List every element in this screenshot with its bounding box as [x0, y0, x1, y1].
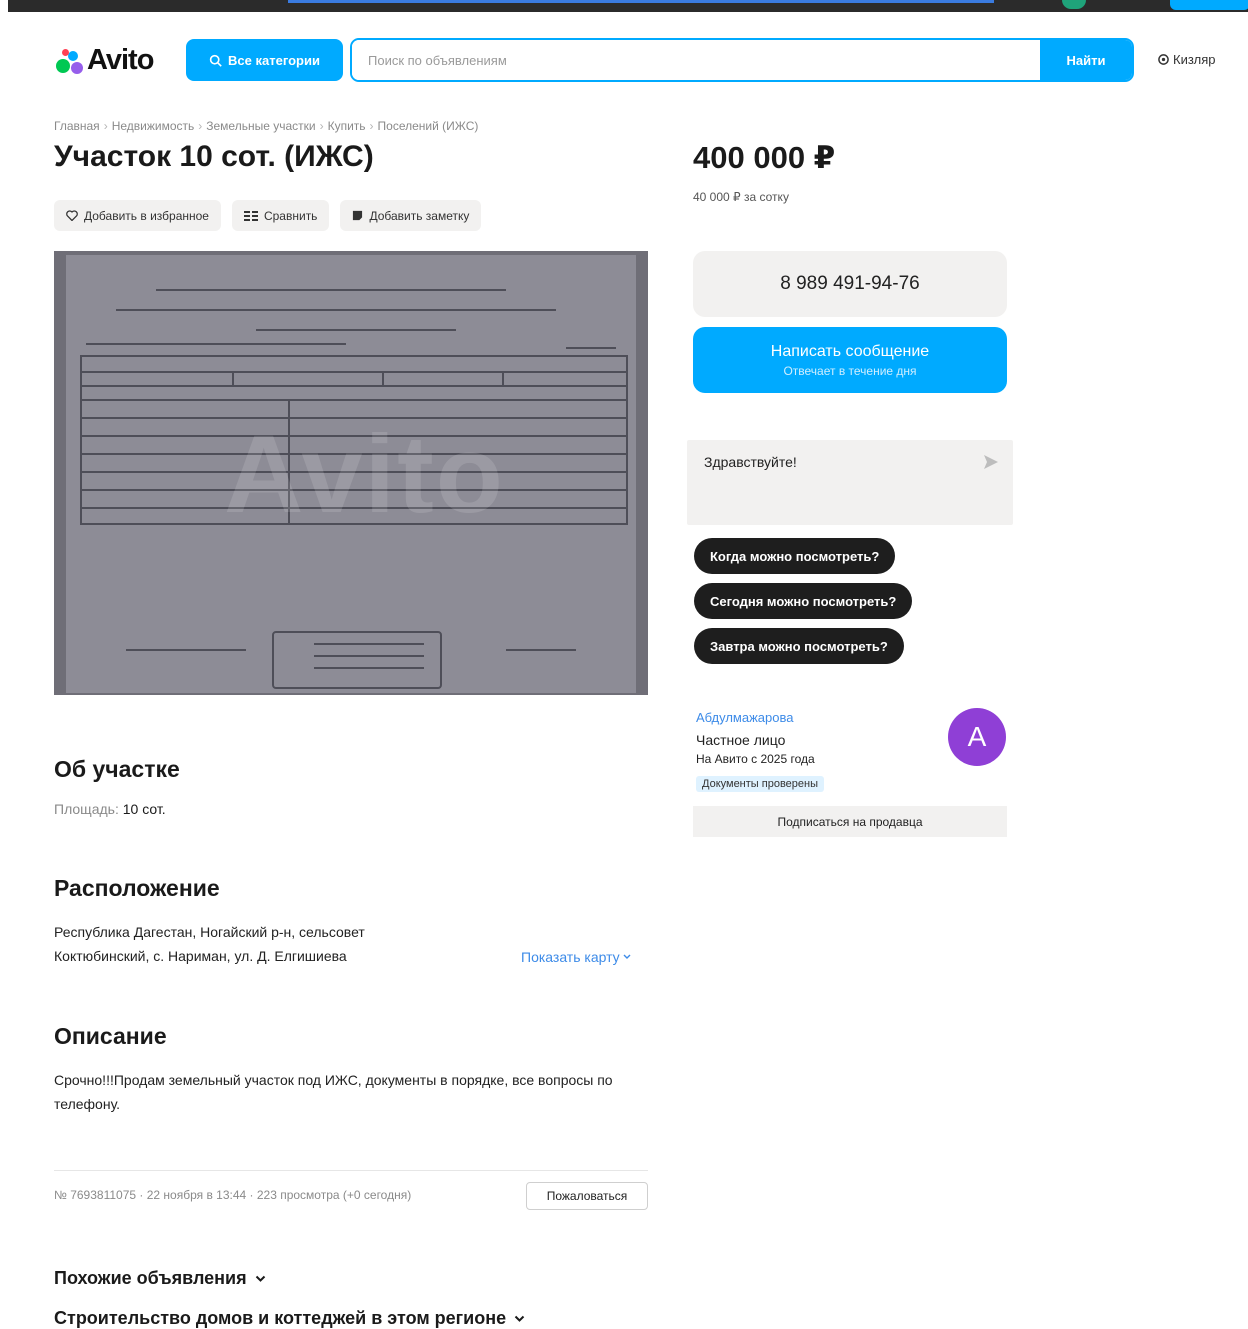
- note-label: Добавить заметку: [369, 208, 470, 223]
- search-input[interactable]: [352, 40, 1040, 80]
- send-icon[interactable]: [983, 454, 999, 470]
- breadcrumb-separator: ›: [369, 119, 374, 133]
- heart-icon: [66, 210, 78, 221]
- logo-text: Avito: [87, 43, 154, 76]
- search-icon: [209, 54, 222, 67]
- breadcrumb-item[interactable]: Земельные участки: [206, 119, 315, 133]
- description-text: Срочно!!!Продам земельный участок под ИЖ…: [54, 1072, 613, 1112]
- search-button[interactable]: Найти: [1040, 40, 1132, 80]
- listing-meta: № 7693811075 · 22 ноября в 13:44 · 223 п…: [54, 1188, 412, 1202]
- logo-dots-icon: [54, 45, 84, 75]
- show-map-link[interactable]: Показать карту: [521, 949, 631, 965]
- all-categories-button[interactable]: Все категории: [186, 39, 343, 81]
- top-bar: [8, 0, 1248, 12]
- show-map-label: Показать карту: [521, 949, 620, 965]
- location-selector[interactable]: Кизляр: [1158, 52, 1216, 67]
- top-action-button[interactable]: [1170, 0, 1248, 10]
- report-button[interactable]: Пожаловаться: [526, 1182, 648, 1210]
- similar-listings-label: Похожие объявления: [54, 1268, 247, 1288]
- chat-input-box[interactable]: Здравствуйте!: [687, 440, 1013, 525]
- house-construction-expander[interactable]: Строительство домов и коттеджей в этом р…: [54, 1308, 525, 1329]
- address: Республика Дагестан, Ногайский р-н, сель…: [54, 920, 454, 968]
- add-to-favorites-button[interactable]: Добавить в избранное: [54, 200, 221, 231]
- quick-question-chip[interactable]: Завтра можно посмотреть?: [694, 628, 904, 664]
- location-heading: Расположение: [54, 875, 220, 901]
- show-phone-button[interactable]: 8 989 491-94-76: [693, 251, 1007, 317]
- breadcrumb: Главная › Недвижимость › Земельные участки…: [54, 119, 478, 133]
- search-bar: Найти: [350, 38, 1134, 82]
- price: 400 000 ₽: [693, 140, 836, 175]
- listing-photo[interactable]: Avito: [54, 251, 648, 695]
- seller-name-link[interactable]: Абдулмажарова: [696, 710, 793, 725]
- location-pin-icon: [1158, 54, 1169, 65]
- seller-since: На Авито с 2025 года: [696, 752, 815, 766]
- top-link-underline: [288, 0, 994, 3]
- area-label: Площадь:: [54, 801, 119, 817]
- breadcrumb-separator: ›: [103, 119, 108, 133]
- address-line-1: Республика Дагестан, Ногайский р-н, сель…: [54, 924, 365, 940]
- area-value: 10 сот.: [122, 801, 166, 817]
- photo-watermark: Avito: [224, 413, 505, 536]
- favorites-label: Добавить в избранное: [84, 208, 209, 223]
- breadcrumb-separator: ›: [319, 119, 324, 133]
- address-line-2: Коктюбинский, с. Нариман, ул. Д. Елгишие…: [54, 948, 347, 964]
- breadcrumb-separator: ›: [198, 119, 203, 133]
- price-per-sotka: 40 000 ₽ за сотку: [693, 190, 789, 204]
- location-label: Кизляр: [1173, 52, 1216, 67]
- add-note-button[interactable]: Добавить заметку: [340, 200, 482, 231]
- reply-time-label: Отвечает в течение дня: [783, 363, 917, 378]
- quick-question-chip[interactable]: Когда можно посмотреть?: [694, 538, 896, 574]
- subscribe-seller-button[interactable]: Подписаться на продавца: [693, 806, 1007, 837]
- chat-message-text: Здравствуйте!: [704, 454, 797, 470]
- write-message-button[interactable]: Написать сообщение Отвечает в течение дн…: [693, 327, 1007, 393]
- avito-logo[interactable]: Avito: [54, 43, 154, 76]
- note-icon: [353, 210, 363, 221]
- seller-avatar[interactable]: A: [948, 708, 1006, 766]
- listing-actions: Добавить в избранное Сравнить Добавить з…: [54, 200, 482, 231]
- documents-verified-badge: Документы проверены: [696, 776, 825, 792]
- compare-icon: [243, 210, 258, 221]
- about-heading: Об участке: [54, 756, 180, 782]
- write-message-label: Написать сообщение: [770, 342, 930, 360]
- compare-button[interactable]: Сравнить: [231, 200, 330, 231]
- top-status-dot: [1062, 0, 1086, 9]
- seller-type: Частное лицо: [696, 732, 786, 748]
- document-stamp: [272, 631, 442, 689]
- chevron-down-icon: [623, 954, 631, 959]
- breadcrumb-item[interactable]: Недвижимость: [112, 119, 195, 133]
- breadcrumb-item[interactable]: Главная: [54, 119, 100, 133]
- similar-listings-expander[interactable]: Похожие объявления: [54, 1268, 266, 1289]
- all-categories-label: Все категории: [228, 52, 320, 68]
- chevron-down-icon: [514, 1315, 525, 1322]
- house-construction-label: Строительство домов и коттеджей в этом р…: [54, 1308, 507, 1328]
- chevron-down-icon: [255, 1275, 265, 1282]
- description-heading: Описание: [54, 1023, 167, 1049]
- listing-title: Участок 10 сот. (ИЖС): [54, 140, 374, 173]
- area-parameter: Площадь: 10 сот.: [54, 801, 166, 817]
- compare-label: Сравнить: [263, 208, 318, 223]
- quick-question-chip[interactable]: Сегодня можно посмотреть?: [694, 583, 913, 619]
- breadcrumb-item[interactable]: Поселений (ИЖС): [378, 119, 479, 133]
- divider: [54, 1170, 648, 1171]
- breadcrumb-item[interactable]: Купить: [328, 119, 366, 133]
